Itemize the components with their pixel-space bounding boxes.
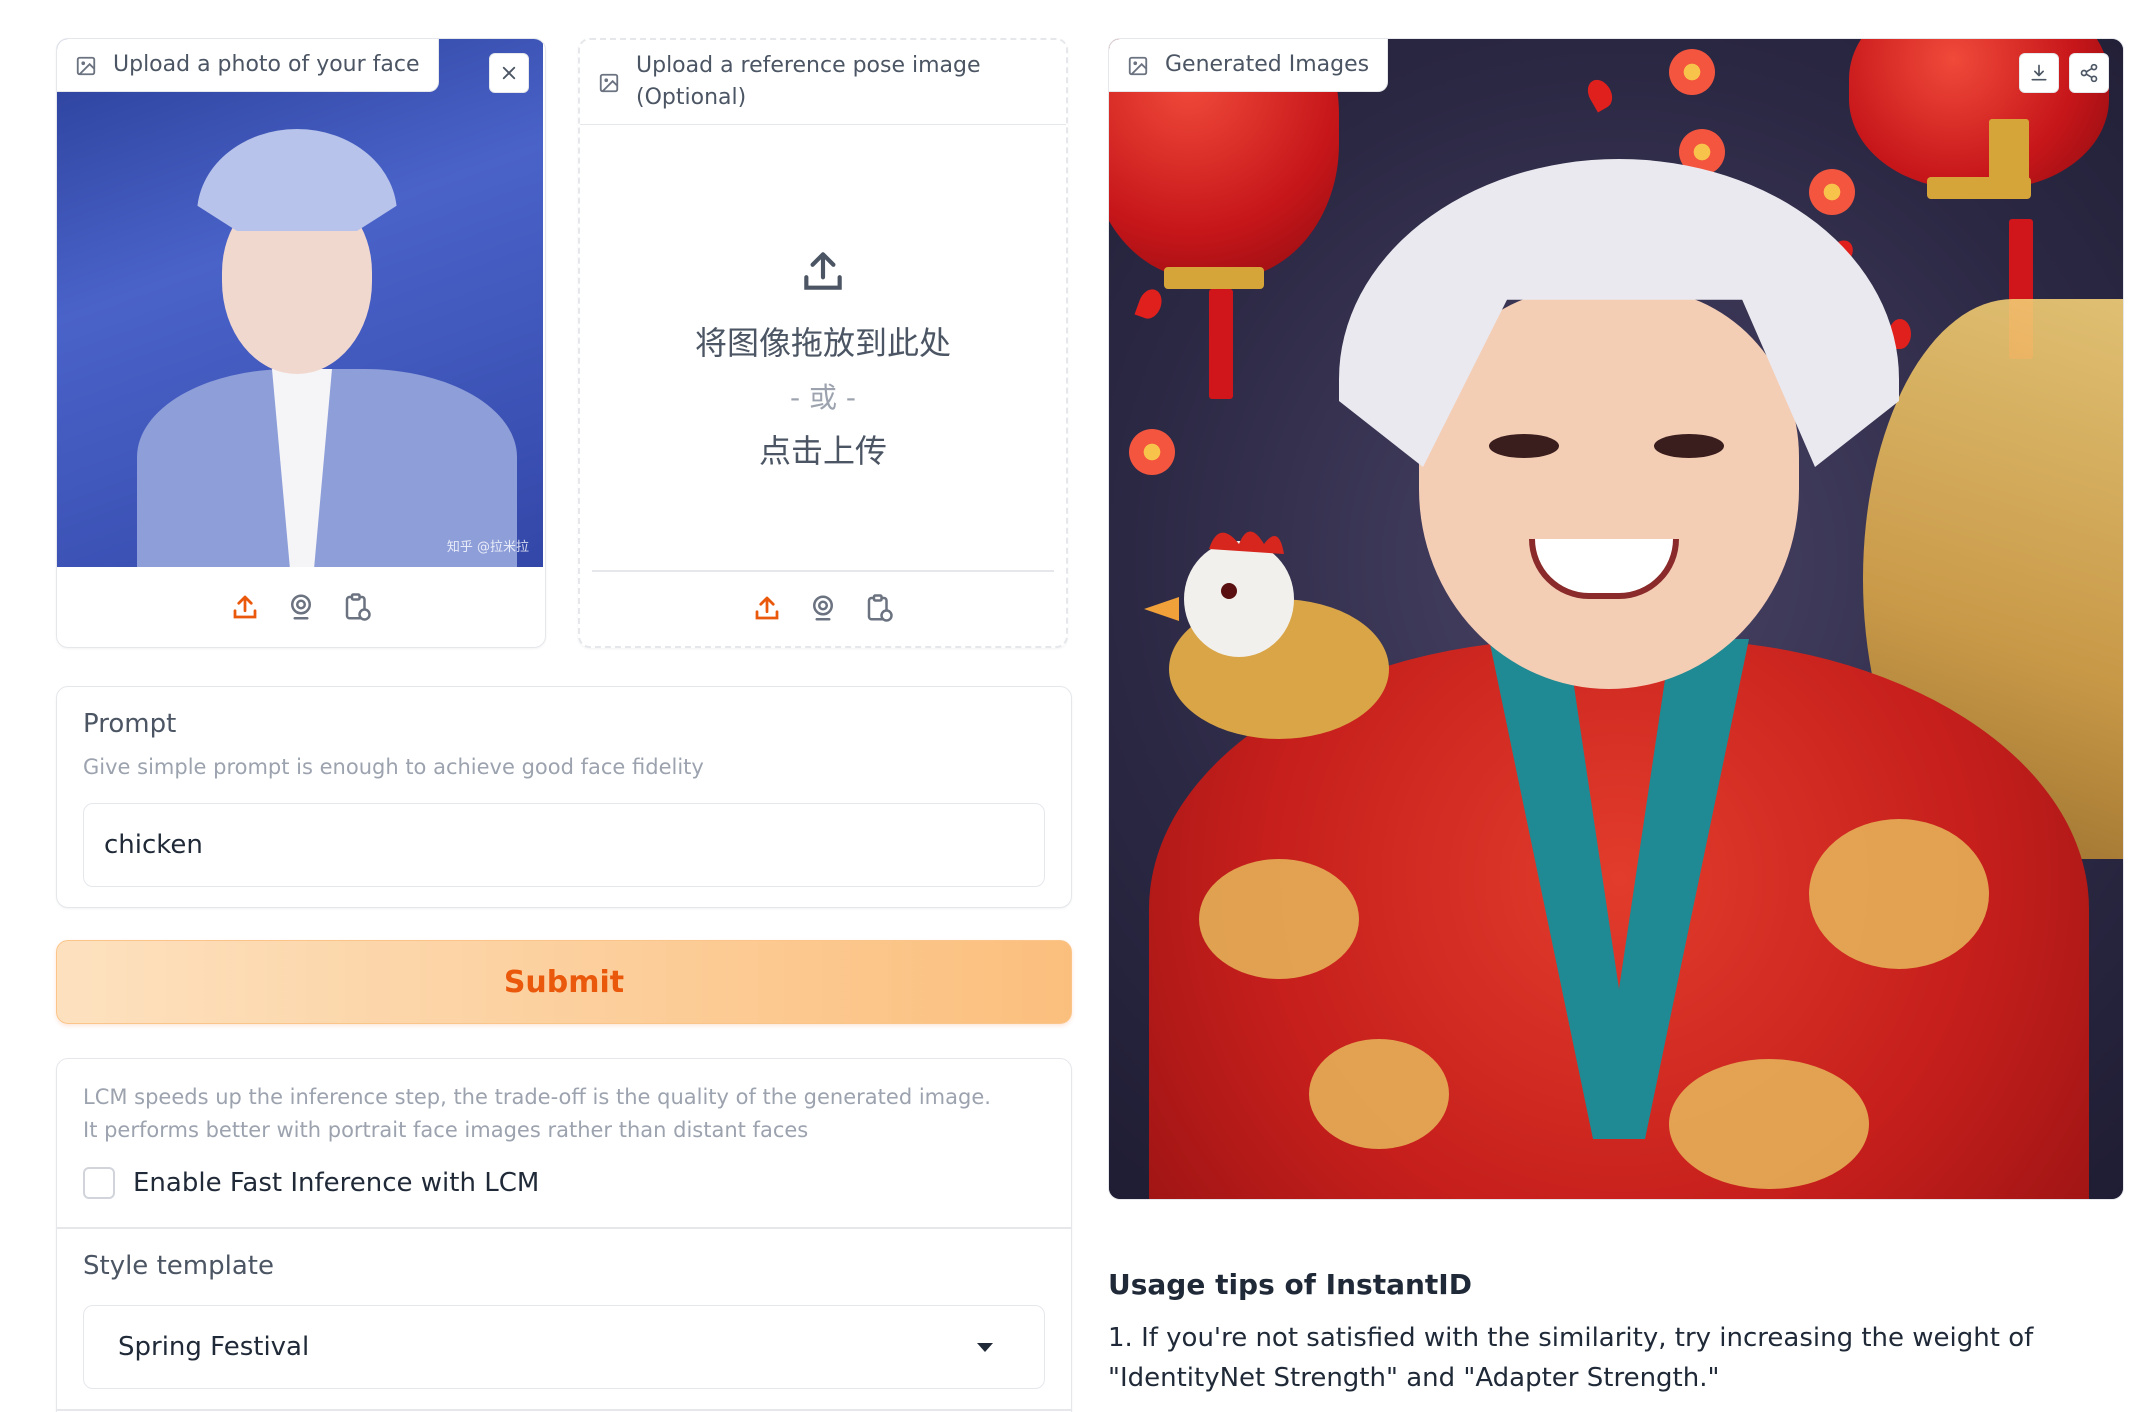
webcam-icon (291, 594, 311, 620)
submit-button[interactable]: Submit (56, 940, 1072, 1024)
generated-images-label: Generated Images (1109, 39, 1389, 92)
download-button[interactable] (2019, 53, 2059, 93)
face-source-selector (57, 579, 545, 635)
face-upload-panel[interactable]: Upload a photo of your face 知乎 @拉米拉 (56, 38, 546, 648)
share-icon (2080, 63, 2098, 83)
drop-text: 将图像拖放到此处 (694, 324, 951, 362)
lcm-checkbox[interactable] (83, 1167, 115, 1199)
generated-images-label-text: Generated Images (1165, 52, 1370, 77)
upload-source-button[interactable] (228, 590, 262, 624)
face-upload-label: Upload a photo of your face (57, 39, 439, 92)
click-upload-text: 点击上传 (758, 432, 887, 470)
prompt-input-value: chicken (104, 830, 203, 860)
image-icon (1128, 56, 1148, 76)
usage-tips-title: Usage tips of InstantID (1108, 1268, 1472, 1301)
prompt-info: Give simple prompt is enough to achieve … (83, 755, 704, 779)
clipboard-icon (867, 594, 893, 622)
upload-icon (233, 595, 257, 619)
photo-watermark: 知乎 @拉米拉 (446, 540, 529, 555)
upload-icon (804, 252, 842, 290)
submit-label: Submit (503, 964, 625, 1000)
image-icon (76, 56, 96, 76)
webcam-source-button[interactable] (284, 590, 318, 624)
style-template-value: Spring Festival (118, 1332, 310, 1362)
generated-image-panel: Generated Images (1108, 38, 2124, 1200)
pose-upload-panel[interactable]: Upload a reference pose image (Optional)… (578, 38, 1068, 648)
usage-tip-1: 1. If you're not satisfied with the simi… (1108, 1323, 2034, 1393)
image-icon (599, 73, 619, 93)
share-button[interactable] (2069, 53, 2109, 93)
lcm-checkbox-label: Enable Fast Inference with LCM (133, 1168, 540, 1198)
clipboard-icon (345, 593, 371, 621)
prompt-panel: Prompt Give simple prompt is enough to a… (56, 686, 1072, 908)
clear-image-button[interactable] (489, 53, 529, 93)
prompt-label: Prompt (83, 709, 177, 739)
face-upload-label-text: Upload a photo of your face (113, 52, 420, 77)
lcm-checkbox-row[interactable]: Enable Fast Inference with LCM (83, 1167, 539, 1199)
style-template-dropdown[interactable]: Spring Festival (83, 1305, 1045, 1389)
webcam-source-button[interactable] (806, 591, 840, 625)
pose-upload-label-text: Upload a reference pose image (Optional) (636, 53, 981, 110)
chevron-down-icon (977, 1343, 993, 1352)
lcm-info: LCM speeds up the inference step, the tr… (83, 1085, 991, 1142)
download-icon (2031, 64, 2047, 81)
webcam-icon (813, 595, 833, 621)
settings-panel: LCM speeds up the inference step, the tr… (56, 1058, 1072, 1412)
pose-source-selector (580, 580, 1066, 636)
pose-upload-label: Upload a reference pose image (Optional) (580, 40, 1066, 125)
close-icon (502, 66, 516, 80)
uploaded-face-photo: 知乎 @拉米拉 (57, 39, 543, 567)
clipboard-source-button[interactable] (862, 591, 896, 625)
pose-drop-zone[interactable]: 将图像拖放到此处 - 或 - 点击上传 (580, 200, 1066, 472)
upload-source-button[interactable] (750, 591, 784, 625)
or-text: - 或 - (789, 381, 856, 414)
clipboard-source-button[interactable] (340, 590, 374, 624)
prompt-input[interactable]: chicken (83, 803, 1045, 887)
upload-icon (755, 596, 779, 620)
style-template-label: Style template (83, 1251, 274, 1281)
